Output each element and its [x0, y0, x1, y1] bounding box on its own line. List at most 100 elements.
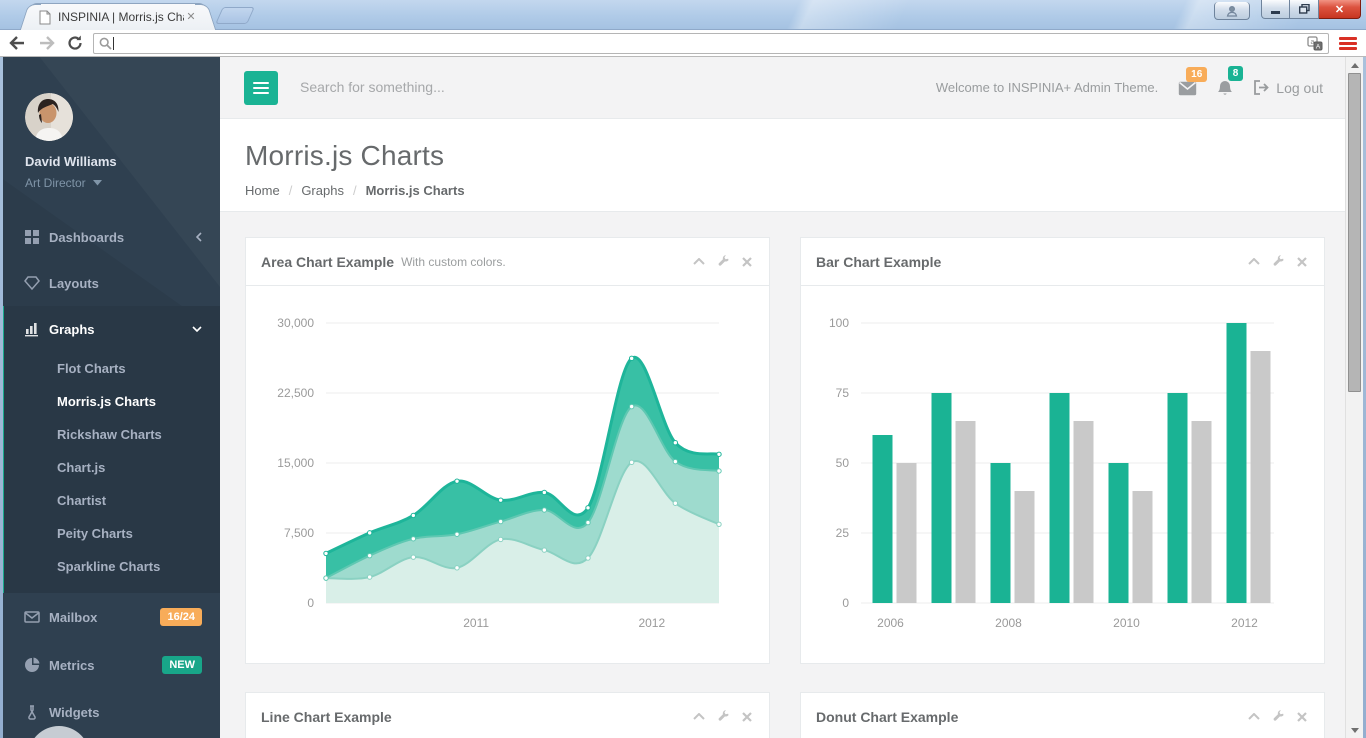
avatar[interactable]	[25, 93, 73, 141]
svg-text:50: 50	[836, 456, 850, 470]
collapse-icon[interactable]	[692, 710, 706, 724]
wrench-icon[interactable]	[1271, 255, 1285, 269]
browser-menu-button[interactable]	[1336, 33, 1360, 53]
panel-title: Line Chart Example	[261, 709, 392, 725]
wrench-icon[interactable]	[716, 710, 730, 724]
browser-profile-button[interactable]	[1214, 2, 1250, 20]
submenu-item-chartjs[interactable]: Chart.js	[4, 451, 220, 484]
page-title: Morris.js Charts	[245, 140, 1345, 172]
bar-chart: 02550751002006200820102012	[801, 286, 1324, 663]
user-role-dropdown[interactable]: Art Director	[25, 176, 195, 190]
minimize-icon	[1271, 5, 1281, 14]
user-role: Art Director	[25, 176, 86, 190]
close-window-icon: ✕	[1335, 3, 1344, 16]
scroll-up-button[interactable]	[1346, 57, 1363, 73]
breadcrumb-home[interactable]: Home	[245, 183, 280, 198]
submenu-item-morrisjs-charts[interactable]: Morris.js Charts	[4, 385, 220, 418]
area-chart-panel: Area Chart Example With custom colors.	[245, 237, 770, 664]
messages-button[interactable]: 16	[1178, 75, 1197, 101]
scrollbar-thumb[interactable]	[1348, 73, 1361, 392]
wrench-icon[interactable]	[1271, 710, 1285, 724]
panel-subtitle: With custom colors.	[401, 255, 506, 269]
maximize-icon	[1299, 4, 1310, 14]
reload-button[interactable]	[64, 33, 86, 53]
window-maximize-button[interactable]	[1290, 0, 1319, 19]
sidebar-toggle-button[interactable]	[244, 71, 278, 105]
sidebar-item-label: Widgets	[49, 705, 99, 720]
logout-button[interactable]: Log out	[1253, 80, 1323, 96]
donut-chart-panel: Donut Chart Example	[800, 692, 1325, 738]
scroll-up-icon	[1351, 63, 1359, 68]
close-icon[interactable]	[740, 710, 754, 724]
close-icon[interactable]	[1295, 710, 1309, 724]
pie-chart-icon	[24, 657, 40, 673]
collapse-icon[interactable]	[692, 255, 706, 269]
diamond-icon	[24, 275, 40, 291]
logout-label: Log out	[1276, 80, 1323, 96]
text-caret	[113, 37, 114, 50]
page-heading: Morris.js Charts Home / Graphs / Morris.…	[220, 119, 1345, 212]
browser-tabstrip: INSPINIA | Morris.js Cha ✕	[0, 0, 1366, 30]
submenu-item-chartist[interactable]: Chartist	[4, 484, 220, 517]
translate-icon[interactable]: a A	[1307, 36, 1323, 51]
metrics-badge: NEW	[162, 656, 202, 674]
flask-icon	[24, 704, 40, 720]
submenu-item-peity-charts[interactable]: Peity Charts	[4, 517, 220, 550]
messages-count-badge: 16	[1186, 67, 1207, 82]
caret-down-icon	[93, 180, 102, 186]
window-minimize-button[interactable]	[1261, 0, 1290, 19]
graphs-submenu: Flot Charts Morris.js Charts Rickshaw Ch…	[4, 352, 220, 593]
svg-text:A: A	[1316, 43, 1321, 50]
address-bar[interactable]: a A	[93, 33, 1329, 54]
scroll-down-button[interactable]	[1346, 722, 1363, 738]
collapse-icon[interactable]	[1247, 710, 1261, 724]
bar-chart-panel: Bar Chart Example	[800, 237, 1325, 664]
bar-chart-icon	[24, 321, 40, 337]
back-button[interactable]	[6, 33, 28, 53]
search-box	[300, 79, 580, 97]
sidebar-item-mailbox[interactable]: Mailbox 16/24	[0, 593, 220, 641]
browser-toolbar: a A	[0, 30, 1366, 57]
page-scrollbar[interactable]	[1345, 57, 1363, 738]
magnifier-icon	[99, 37, 112, 50]
submenu-item-rickshaw-charts[interactable]: Rickshaw Charts	[4, 418, 220, 451]
area-chart: 07,50015,00022,50030,00020112012	[246, 286, 769, 663]
scroll-down-icon	[1351, 728, 1359, 733]
collapse-icon[interactable]	[1247, 255, 1261, 269]
window-close-button[interactable]: ✕	[1319, 0, 1361, 19]
tab-title: INSPINIA | Morris.js Cha	[58, 10, 184, 24]
submenu-item-sparkline-charts[interactable]: Sparkline Charts	[4, 550, 220, 583]
sidebar-item-label: Graphs	[49, 322, 95, 337]
sign-out-icon	[1253, 80, 1269, 95]
document-icon	[38, 10, 52, 25]
breadcrumb-graphs[interactable]: Graphs	[301, 183, 344, 198]
close-icon[interactable]	[740, 255, 754, 269]
breadcrumb: Home / Graphs / Morris.js Charts	[245, 183, 1345, 198]
search-input[interactable]	[300, 79, 580, 95]
panel-title: Donut Chart Example	[816, 709, 958, 725]
hamburger-menu-icon	[253, 82, 269, 84]
url-input[interactable]	[119, 36, 1302, 50]
sidebar-item-graphs[interactable]: Graphs	[4, 306, 220, 352]
close-icon[interactable]	[1295, 255, 1309, 269]
notifications-button[interactable]: 8	[1217, 74, 1233, 102]
sidebar: David Williams Art Director Dashboards	[0, 57, 220, 738]
sidebar-item-widgets[interactable]: Widgets	[0, 689, 220, 735]
web-page: David Williams Art Director Dashboards	[0, 57, 1366, 738]
forward-button[interactable]	[35, 33, 57, 53]
sidebar-section-graphs: Graphs Flot Charts Morris.js Charts Rick…	[0, 306, 220, 593]
notifications-count-badge: 8	[1228, 66, 1244, 81]
tab-close-icon[interactable]: ✕	[184, 10, 198, 24]
panel-title: Area Chart Example	[261, 254, 394, 270]
browser-tab[interactable]: INSPINIA | Morris.js Cha ✕	[30, 3, 206, 30]
sidebar-item-label: Mailbox	[49, 610, 97, 625]
sidebar-item-layouts[interactable]: Layouts	[0, 260, 220, 306]
forward-icon	[38, 36, 55, 50]
submenu-item-flot-charts[interactable]: Flot Charts	[4, 352, 220, 385]
wrench-icon[interactable]	[716, 255, 730, 269]
svg-text:22,500: 22,500	[277, 386, 314, 400]
svg-text:15,000: 15,000	[277, 456, 314, 470]
sidebar-item-dashboards[interactable]: Dashboards	[0, 214, 220, 260]
sidebar-item-metrics[interactable]: Metrics NEW	[0, 641, 220, 689]
svg-text:25: 25	[836, 526, 850, 540]
